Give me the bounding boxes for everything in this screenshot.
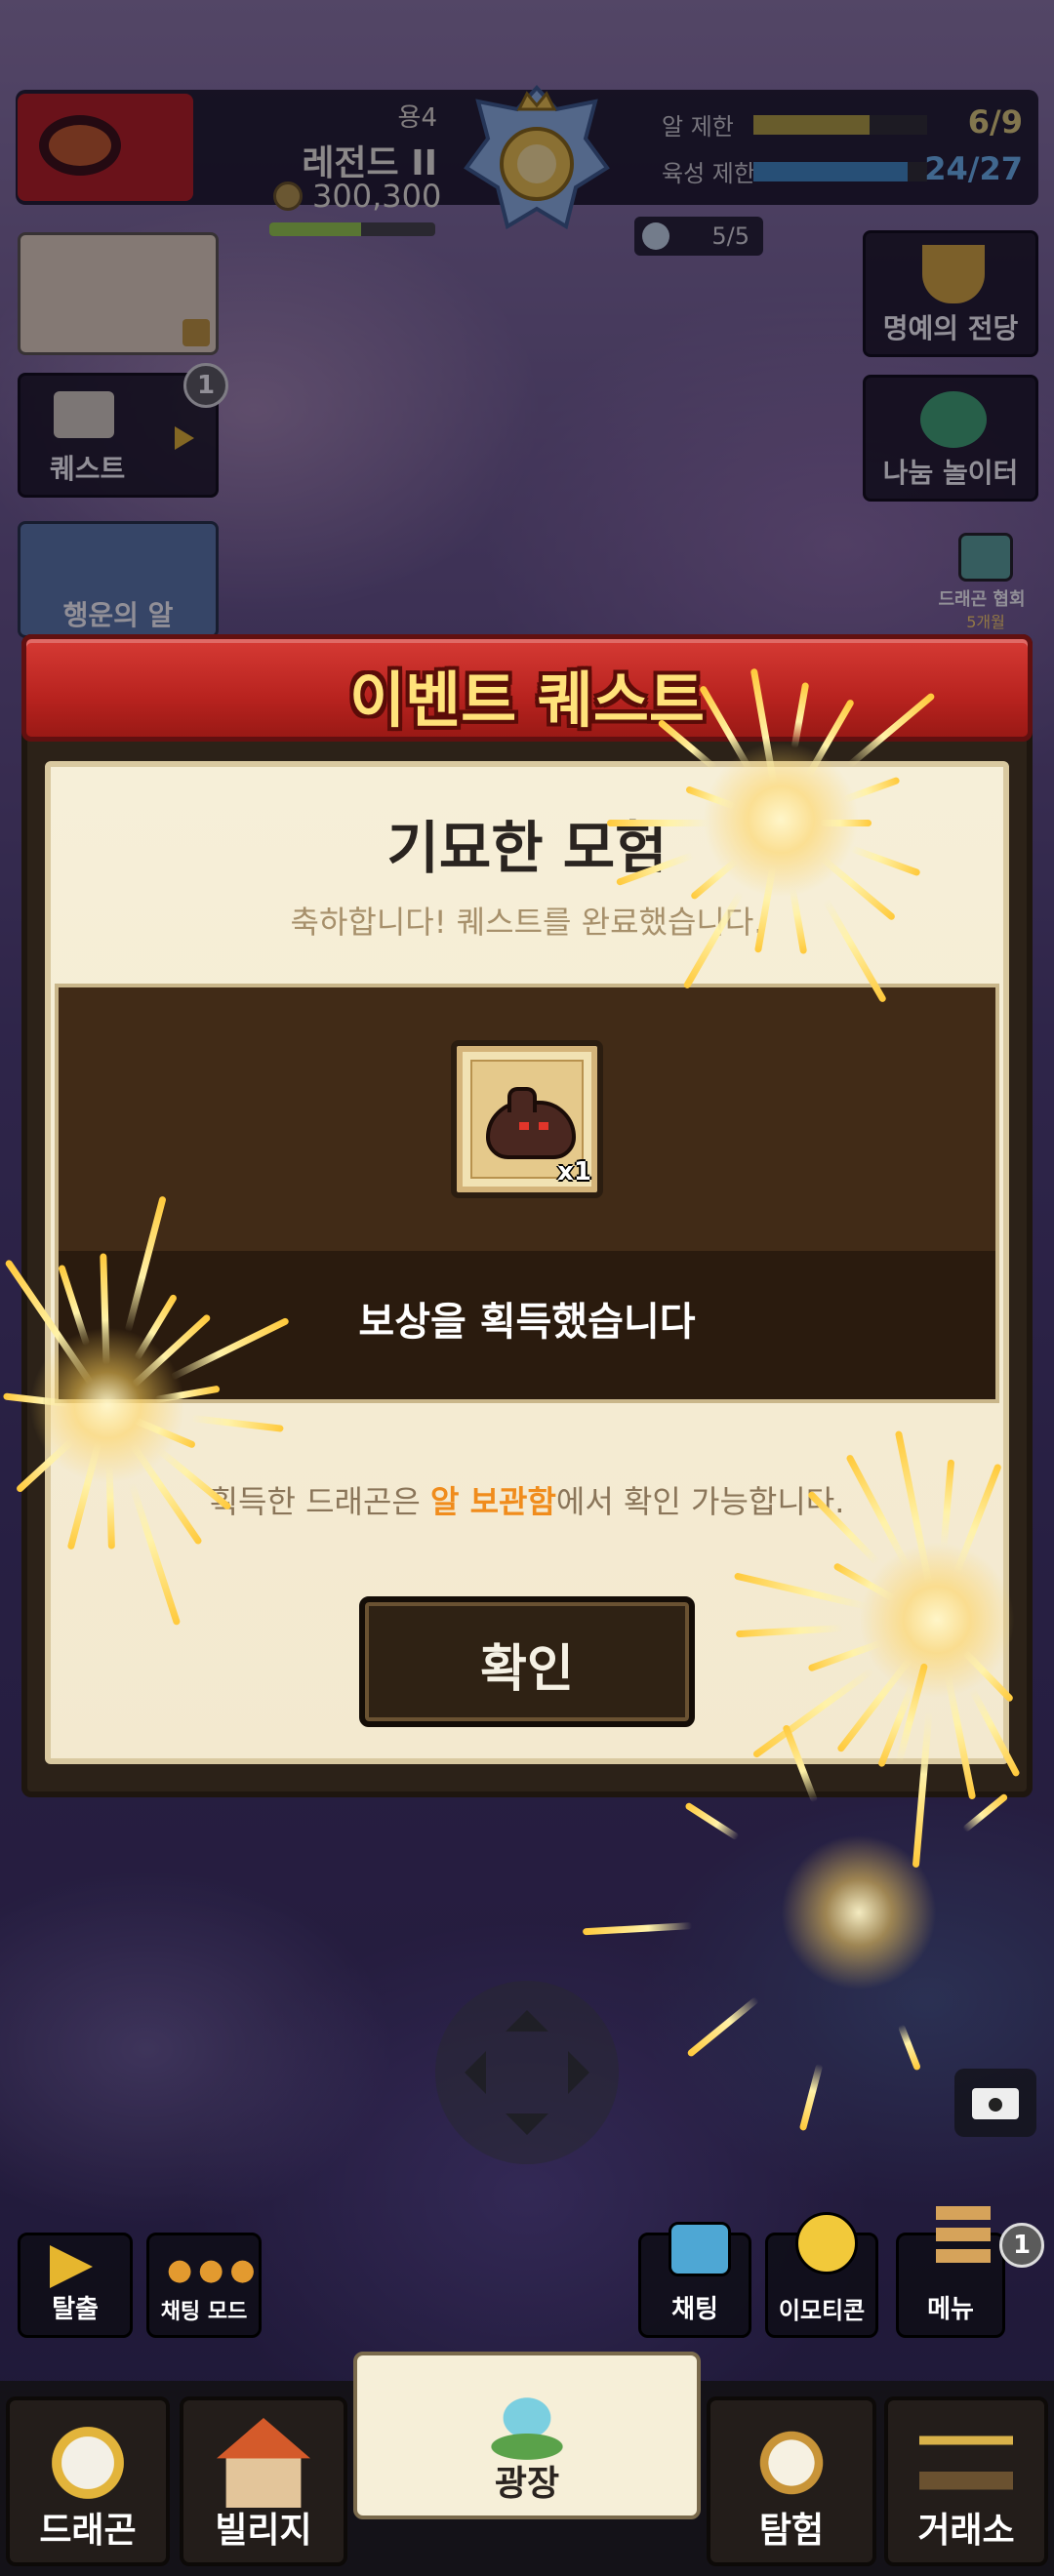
menu-button[interactable]: 메뉴 (896, 2206, 1005, 2338)
reward-quantity: x1 (557, 1157, 591, 1187)
nav-exchange[interactable]: 거래소 (884, 2396, 1048, 2566)
nav-village-label: 빌리지 (215, 2511, 312, 2551)
menu-stack-icon (936, 2206, 991, 2265)
scale-icon (919, 2418, 1013, 2508)
nav-village[interactable]: 빌리지 (180, 2396, 347, 2566)
egg-storage-link: 알 보관함 (430, 1483, 556, 1520)
confirm-button[interactable]: 확인 (359, 1596, 695, 1727)
exit-arrow-icon (50, 2245, 93, 2288)
quest-complete-text: 축하합니다! 퀘스트를 완료했습니다. (290, 904, 764, 941)
nav-dragon-label: 드래곤 (39, 2511, 137, 2551)
menu-label: 메뉴 (927, 2295, 974, 2324)
fountain-icon (468, 2373, 586, 2463)
firework-spark (607, 820, 709, 826)
firework-glow (781, 1834, 937, 1991)
nav-plaza[interactable]: 광장 (353, 2352, 701, 2519)
firework-spark (820, 820, 872, 826)
reward-item-slot[interactable]: x1 (451, 1040, 603, 1198)
chat-mode-button[interactable]: ●●● 채팅 모드 (146, 2233, 262, 2338)
emoji-face-icon (795, 2212, 858, 2274)
nav-dragon[interactable]: 드래곤 (6, 2396, 170, 2566)
dragon-icon (41, 2418, 135, 2508)
nav-plaza-label: 광장 (494, 2464, 560, 2504)
arrow-down-icon (506, 2113, 548, 2156)
chat-label: 채팅 (671, 2295, 718, 2324)
dialog-header: 이벤트 퀘스트 (21, 634, 1033, 742)
escape-label: 탈출 (52, 2295, 99, 2324)
chat-bubble-icon (669, 2222, 731, 2276)
dots-icon: ●●● (167, 2253, 262, 2287)
quest-name: 기묘한 모험 (386, 815, 668, 881)
dpad-joystick[interactable] (435, 1981, 619, 2164)
info-suffix: 에서 확인 가능합니다. (555, 1483, 845, 1520)
compass-icon (745, 2418, 838, 2508)
escape-button[interactable]: 탈출 (18, 2233, 133, 2338)
nav-exchange-label: 거래소 (917, 2511, 1015, 2551)
emoticon-button[interactable]: 이모티콘 (765, 2212, 878, 2338)
nav-explore-label: 탐험 (758, 2511, 825, 2551)
chat-button[interactable]: 채팅 (638, 2222, 751, 2338)
menu-badge: 1 (999, 2223, 1044, 2268)
arrow-up-icon (506, 1989, 548, 2032)
emoticon-label: 이모티콘 (778, 2297, 866, 2324)
nav-explore[interactable]: 탐험 (707, 2396, 876, 2566)
arrow-right-icon (568, 2051, 611, 2094)
house-icon (217, 2418, 310, 2508)
chat-mode-label: 채팅 모드 (160, 2300, 248, 2324)
confirm-label: 확인 (480, 1640, 574, 1699)
camera-button[interactable] (954, 2069, 1036, 2137)
info-prefix: 획득한 드래곤은 (209, 1483, 431, 1520)
dialog-title: 이벤트 퀘스트 (349, 664, 705, 736)
arrow-left-icon (443, 2051, 486, 2094)
